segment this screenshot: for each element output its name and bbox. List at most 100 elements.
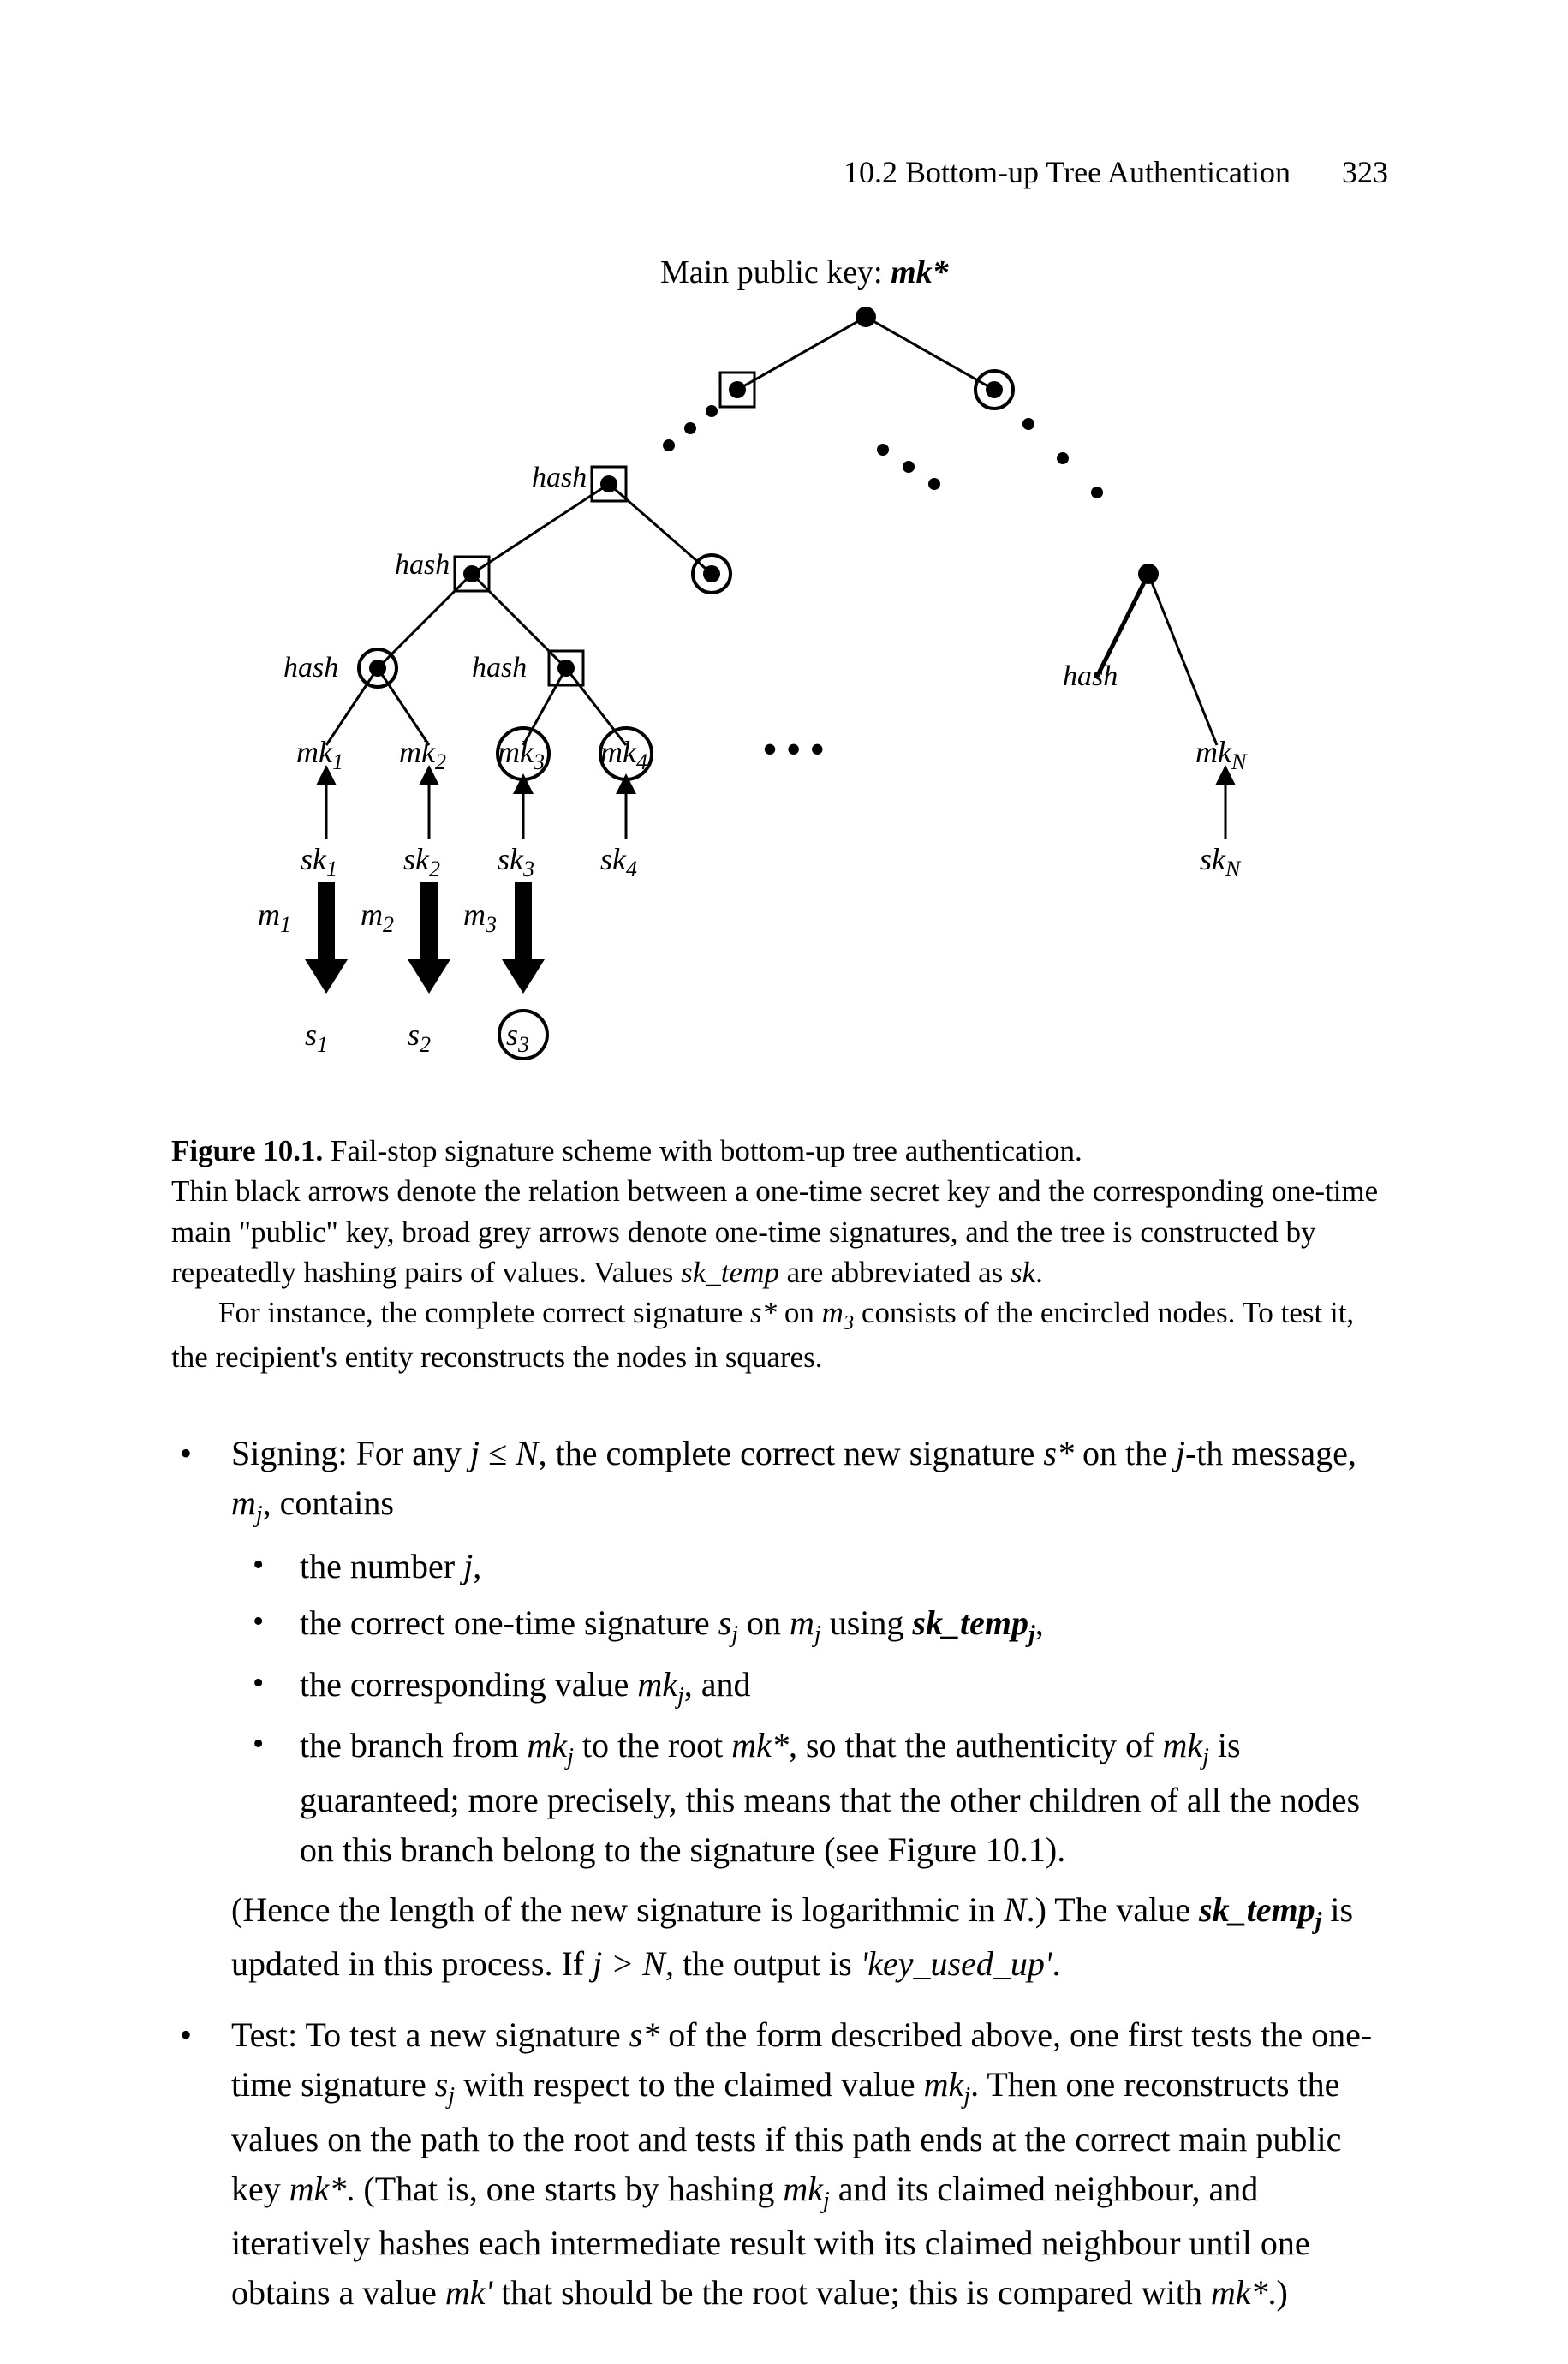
ellipsis: • • • (763, 727, 824, 771)
broad-arrow (408, 882, 450, 994)
caption-text: are abbreviated as (779, 1256, 1011, 1289)
mk1-label: mk1 (296, 735, 343, 774)
test-text: Test: To test a new signature (231, 2015, 629, 2054)
tree-authentication-figure: Main public key: mk* (206, 248, 1362, 1105)
mkj-var: mk (527, 1726, 567, 1764)
sk2-label: sk2 (403, 842, 440, 881)
mkstar-var: mk* (289, 2170, 347, 2208)
sk-text: sk (1011, 1256, 1035, 1289)
hash-label: hash (532, 462, 587, 493)
keyusedup-var: 'key_used_up' (861, 1944, 1052, 1983)
signing-item: Signing: For any j ≤ N, the complete cor… (231, 1429, 1397, 1989)
mkprime-var: mk' (445, 2273, 492, 2312)
figure-title: Main public key: mk* (660, 254, 950, 290)
sk1-label: sk1 (301, 842, 337, 881)
jgtN-var: j > N (593, 1944, 665, 1983)
bullet-text: to the root (574, 1726, 731, 1764)
inner-bullet: the branch from mkj to the root mk*, so … (300, 1721, 1397, 1875)
test-text: with respect to the claimed value (455, 2065, 924, 2104)
after-text: . (1052, 1944, 1060, 1983)
j-var: j (463, 1547, 473, 1585)
caption-text: on (777, 1296, 822, 1329)
mk2-label: mk2 (399, 735, 446, 774)
sk3-label: sk3 (498, 842, 534, 881)
N-var: N (1004, 1890, 1027, 1929)
mj-sub: j (814, 1621, 821, 1648)
hash-label: hash (1063, 660, 1118, 692)
figure-wrap: Main public key: mk* (171, 248, 1397, 1105)
mj: m (231, 1483, 256, 1522)
page-header: 10.2 Bottom-up Tree Authentication 323 (844, 154, 1388, 190)
signing-text: -th message, (1185, 1434, 1356, 1472)
after-text: , the output is (665, 1944, 861, 1983)
page: 10.2 Bottom-up Tree Authentication 323 M… (0, 0, 1568, 2364)
sk4-label: sk4 (600, 842, 637, 881)
sstar: s* (1043, 1434, 1074, 1472)
mkj-sub: j (1202, 1744, 1209, 1770)
body-text: Signing: For any j ≤ N, the complete cor… (171, 1429, 1397, 2318)
mj-var: m (790, 1603, 814, 1642)
mkstar-var: mk* (731, 1726, 789, 1764)
sk-temp-text: sk_temp (681, 1256, 779, 1289)
s1-label: s1 (305, 1018, 328, 1057)
mkN-label: mkN (1195, 735, 1248, 774)
mkj-sub: j (823, 2188, 830, 2214)
bullet-text: the branch from (300, 1726, 527, 1764)
section-title: 10.2 Bottom-up Tree Authentication (844, 154, 1291, 190)
bullet-text: the corresponding value (300, 1665, 637, 1704)
figure-caption-title: Fail-stop signature scheme with bottom-u… (323, 1134, 1082, 1167)
m3-label: m3 (463, 898, 497, 937)
jth: j (1176, 1434, 1185, 1472)
sktemp-var: sk_temp (912, 1603, 1028, 1642)
page-number: 323 (1342, 154, 1388, 190)
sktemp-var: sk_temp (1199, 1890, 1315, 1929)
sj-sub: j (448, 2083, 455, 2110)
sktemp-sub: j (1028, 1621, 1035, 1648)
signing-text: on the (1074, 1434, 1176, 1472)
test-text: . (That is, one starts by hashing (346, 2170, 783, 2208)
signing-text: , contains (263, 1483, 394, 1522)
after-text: (Hence the length of the new signature i… (231, 1890, 1004, 1929)
mk3-label: mk3 (498, 735, 545, 774)
signing-lead: Signing: For any (231, 1434, 470, 1472)
after-text: .) The value (1027, 1890, 1199, 1929)
mkj-var: mk (637, 1665, 677, 1704)
test-text: .) (1268, 2273, 1288, 2312)
sstar: s* (629, 2015, 660, 2054)
mkj-var: mk (1163, 1726, 1203, 1764)
mkj-sub: j (677, 1683, 684, 1710)
s2-label: s2 (408, 1018, 431, 1057)
hash-label: hash (395, 549, 450, 581)
bullet-text: using (821, 1603, 913, 1642)
bullet-text: on (738, 1603, 790, 1642)
m1-label: m1 (258, 898, 291, 937)
inner-bullet: the corresponding value mkj, and (300, 1660, 1397, 1715)
hash-label: hash (472, 652, 527, 684)
bullet-text: , (1035, 1603, 1044, 1642)
m3-sub: 3 (844, 1311, 854, 1334)
m3-text: m (822, 1296, 844, 1329)
sj-var: s (718, 1603, 732, 1642)
figure-number: Figure 10.1. (171, 1134, 323, 1167)
mk4-label: mk4 (600, 735, 647, 774)
bullet-text: the number (300, 1547, 463, 1585)
m2-label: m2 (361, 898, 394, 937)
hash-label: hash (283, 652, 338, 684)
s3-label: s3 (506, 1018, 529, 1057)
bullet-text: the correct one-time signature (300, 1603, 718, 1642)
caption-text: For instance, the complete correct signa… (218, 1296, 750, 1329)
skN-label: skN (1200, 842, 1242, 881)
bullet-text: , so that the authenticity of (789, 1726, 1163, 1764)
after-paragraph: (Hence the length of the new signature i… (231, 1885, 1397, 1990)
broad-arrow (502, 882, 545, 994)
bullet-text: , (473, 1547, 481, 1585)
sstar-text: s* (750, 1296, 777, 1329)
bullet-text: , and (684, 1665, 751, 1704)
test-text: that should be the root value; this is c… (492, 2273, 1211, 2312)
sj-var: s (435, 2065, 449, 2104)
figure-caption: Figure 10.1. Fail-stop signature scheme … (171, 1131, 1397, 1377)
test-item: Test: To test a new signature s* of the … (231, 2010, 1397, 2318)
mkj-var: mk (924, 2065, 964, 2104)
broad-arrow (305, 882, 348, 994)
mkj-sub: j (567, 1744, 574, 1770)
